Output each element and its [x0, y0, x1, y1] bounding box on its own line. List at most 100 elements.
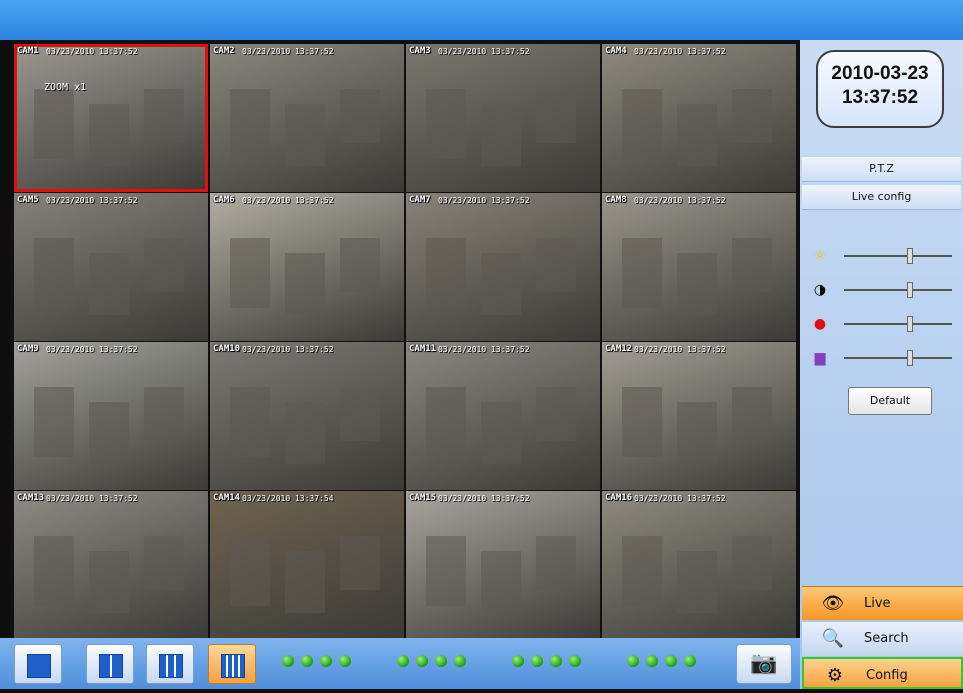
camera-label: CAM5: [17, 195, 39, 205]
scene-shape: [481, 104, 521, 166]
camera-timestamp: 03/23/2010 13:37:52: [634, 345, 726, 354]
scene-shape: [89, 551, 129, 613]
scene-shape: [732, 238, 772, 292]
scene-shape: [340, 387, 380, 441]
eye-icon: 👁: [821, 593, 845, 614]
channel-status-dot: [320, 655, 332, 667]
nav-search[interactable]: 🔍 Search: [802, 622, 963, 656]
channel-status-dot: [550, 655, 562, 667]
scene-shape: [426, 536, 466, 606]
ptz-tab[interactable]: P.T.Z: [802, 157, 961, 182]
slider-track[interactable]: [844, 350, 952, 366]
camera-timestamp: 03/23/2010 13:37:52: [242, 345, 334, 354]
camera-icon: 📷: [750, 651, 778, 676]
camera-tile[interactable]: CAM2 03/23/2010 13:37:52: [210, 44, 404, 192]
channel-status-dot: [301, 655, 313, 667]
camera-tile[interactable]: CAM13 03/23/2010 13:37:52: [14, 491, 208, 639]
camera-tile[interactable]: CAM10 03/23/2010 13:37:52: [210, 342, 404, 490]
channel-status-dot: [339, 655, 351, 667]
camera-label: CAM6: [213, 195, 235, 205]
scene-shape: [481, 402, 521, 464]
layout-3x3-button[interactable]: [146, 644, 194, 684]
channel-status-dot: [627, 655, 639, 667]
camera-tile[interactable]: CAM14 03/23/2010 13:37:54: [210, 491, 404, 639]
scene-shape: [732, 89, 772, 143]
scene-shape: [536, 387, 576, 441]
slider-thumb[interactable]: [906, 282, 913, 298]
layout-2x2-button[interactable]: [86, 644, 134, 684]
scene-shape: [732, 536, 772, 590]
slider-thumb[interactable]: [906, 248, 913, 264]
camera-tile[interactable]: CAM3 03/23/2010 13:37:52: [406, 44, 600, 192]
camera-tile[interactable]: CAM9 03/23/2010 13:37:52: [14, 342, 208, 490]
saturation-slider[interactable]: ●: [812, 314, 952, 334]
slider-track[interactable]: [844, 316, 952, 332]
slider-thumb[interactable]: [906, 316, 913, 332]
camera-timestamp: 03/23/2010 13:37:52: [242, 47, 334, 56]
scene-shape: [677, 104, 717, 166]
camera-tile[interactable]: CAM7 03/23/2010 13:37:52: [406, 193, 600, 341]
camera-tile[interactable]: CAM11 03/23/2010 13:37:52: [406, 342, 600, 490]
title-bar: [0, 0, 963, 40]
live-config-tab[interactable]: Live config: [802, 185, 961, 210]
scene-shape: [285, 551, 325, 613]
scene-shape: [285, 104, 325, 166]
channel-status-dot: [435, 655, 447, 667]
camera-tile[interactable]: CAM12 03/23/2010 13:37:52: [602, 342, 796, 490]
camera-label: CAM14: [213, 493, 241, 503]
clock-display: 2010-03-23 13:37:52: [816, 50, 944, 128]
scene-shape: [426, 89, 466, 159]
zoom-overlay: ZOOM x1: [44, 82, 87, 93]
scene-shape: [144, 536, 184, 590]
default-button[interactable]: Default: [848, 387, 932, 415]
color-balls-icon: ●: [813, 316, 827, 332]
layout-1x1-button[interactable]: [14, 644, 62, 684]
channel-status-dot: [684, 655, 696, 667]
nav-config[interactable]: ⚙ Config: [802, 657, 963, 689]
camera-timestamp: 03/23/2010 13:37:52: [438, 345, 530, 354]
camera-tile[interactable]: CAM15 03/23/2010 13:37:52: [406, 491, 600, 639]
channel-status-dot: [665, 655, 677, 667]
scene-shape: [89, 104, 129, 166]
camera-timestamp: 03/23/2010 13:37:52: [438, 196, 530, 205]
contrast-slider[interactable]: ◑: [812, 280, 952, 300]
camera-label: CAM12: [605, 344, 633, 354]
scene-shape: [34, 89, 74, 159]
camera-tile[interactable]: CAM1 03/23/2010 13:37:52 ZOOM x1: [14, 44, 208, 192]
camera-tile[interactable]: CAM8 03/23/2010 13:37:52: [602, 193, 796, 341]
scene-shape: [340, 89, 380, 143]
scene-shape: [230, 536, 270, 606]
scene-shape: [732, 387, 772, 441]
nav-live[interactable]: 👁 Live: [802, 586, 963, 620]
camera-timestamp: 03/23/2010 13:37:52: [242, 196, 334, 205]
scene-shape: [426, 387, 466, 457]
layout-4x4-button[interactable]: [208, 644, 256, 684]
brightness-slider[interactable]: ☼: [812, 246, 952, 266]
snapshot-button[interactable]: 📷: [736, 644, 792, 684]
sixteen-view-icon: [221, 654, 245, 678]
scene-shape: [622, 536, 662, 606]
camera-label: CAM7: [409, 195, 431, 205]
camera-timestamp: 03/23/2010 13:37:52: [46, 345, 138, 354]
camera-label: CAM11: [409, 344, 437, 354]
scene-shape: [677, 402, 717, 464]
camera-tile[interactable]: CAM5 03/23/2010 13:37:52: [14, 193, 208, 341]
channel-status-dot: [282, 655, 294, 667]
hue-slider[interactable]: ▆: [812, 348, 952, 368]
camera-tile[interactable]: CAM6 03/23/2010 13:37:52: [210, 193, 404, 341]
slider-thumb[interactable]: [906, 350, 913, 366]
channel-status-dot: [646, 655, 658, 667]
channel-status-dot: [531, 655, 543, 667]
camera-label: CAM8: [605, 195, 627, 205]
camera-timestamp: 03/23/2010 13:37:52: [438, 494, 530, 503]
camera-tile[interactable]: CAM4 03/23/2010 13:37:52: [602, 44, 796, 192]
scene-shape: [536, 536, 576, 590]
search-icon: 🔍: [821, 628, 845, 649]
slider-track[interactable]: [844, 282, 952, 298]
camera-tile[interactable]: CAM16 03/23/2010 13:37:52: [602, 491, 796, 639]
scene-shape: [144, 387, 184, 441]
hue-icon: ▆: [814, 350, 826, 366]
scene-shape: [230, 238, 270, 308]
slider-track[interactable]: [844, 248, 952, 264]
scene-shape: [340, 238, 380, 292]
